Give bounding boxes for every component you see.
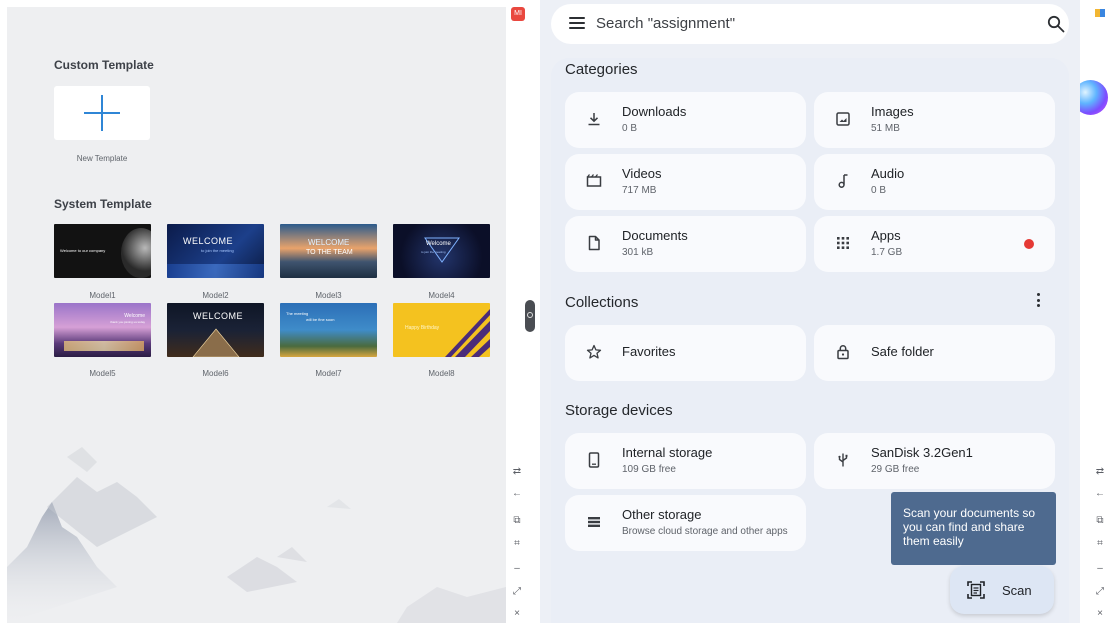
template-model2[interactable]: WELCOME to join the meeting bbox=[167, 224, 264, 278]
template-model6-label: Model6 bbox=[202, 369, 229, 378]
template-model5-label: Model5 bbox=[89, 369, 116, 378]
template-model6[interactable]: WELCOME bbox=[167, 303, 264, 357]
lock-icon bbox=[837, 345, 849, 360]
collection-safe-folder[interactable]: Safe folder bbox=[814, 325, 1055, 381]
expand-icon[interactable]: ⤢ bbox=[1094, 586, 1106, 598]
category-images[interactable]: Images 51 MB bbox=[814, 92, 1055, 148]
template-model4[interactable]: Welcome to join the meeting bbox=[393, 224, 490, 278]
collection-favorites[interactable]: Favorites bbox=[565, 325, 806, 381]
category-audio[interactable]: Audio 0 B bbox=[814, 154, 1055, 210]
category-apps[interactable]: Apps 1.7 GB bbox=[814, 216, 1055, 272]
categories-heading: Categories bbox=[565, 61, 638, 78]
apps-grid-icon bbox=[837, 237, 849, 249]
document-icon bbox=[588, 235, 600, 251]
template-model1[interactable]: Welcome to our company bbox=[54, 224, 151, 278]
minimize-icon[interactable]: – bbox=[511, 563, 523, 575]
expand-icon[interactable]: ⤢ bbox=[511, 586, 523, 598]
template-panel: Custom Template New Template System Temp… bbox=[7, 7, 506, 623]
notification-flag-icon bbox=[1095, 9, 1105, 17]
category-videos[interactable]: Videos 717 MB bbox=[565, 154, 806, 210]
usb-icon bbox=[838, 453, 848, 467]
back-arrow-icon[interactable]: ← bbox=[511, 488, 523, 500]
storage-sandisk[interactable]: SanDisk 3.2Gen1 29 GB free bbox=[814, 433, 1055, 489]
crop-icon[interactable]: ⌗ bbox=[511, 538, 523, 550]
search-input[interactable]: Search "assignment" bbox=[596, 15, 735, 32]
storage-other[interactable]: Other storage Browse cloud storage and o… bbox=[565, 495, 806, 551]
category-downloads[interactable]: Downloads 0 B bbox=[565, 92, 806, 148]
search-icon[interactable] bbox=[1047, 15, 1065, 33]
custom-template-heading: Custom Template bbox=[54, 58, 154, 72]
swap-icon[interactable]: ⇄ bbox=[1094, 466, 1106, 478]
files-app: Search "assignment" Categories Downloads… bbox=[540, 0, 1080, 623]
close-icon[interactable]: × bbox=[511, 608, 523, 620]
screenshot-icon[interactable]: ⧉ bbox=[1094, 515, 1106, 527]
scan-button[interactable]: Scan bbox=[950, 566, 1054, 614]
crop-icon[interactable]: ⌗ bbox=[1094, 538, 1106, 550]
template-model8[interactable]: Happy Birthday bbox=[393, 303, 490, 357]
document-scanner-icon bbox=[967, 581, 985, 599]
more-options-icon[interactable] bbox=[1035, 293, 1041, 309]
template-model3[interactable]: WELCOME TO THE TEAM bbox=[280, 224, 377, 278]
storage-list-icon bbox=[588, 517, 600, 527]
back-arrow-icon[interactable]: ← bbox=[1094, 488, 1106, 500]
close-icon[interactable]: × bbox=[1094, 608, 1106, 620]
swap-icon[interactable]: ⇄ bbox=[511, 466, 523, 478]
template-model7-label: Model7 bbox=[315, 369, 342, 378]
search-bar[interactable]: Search "assignment" bbox=[551, 4, 1069, 44]
download-icon bbox=[588, 113, 600, 126]
storage-heading: Storage devices bbox=[565, 402, 673, 419]
minimize-icon[interactable]: – bbox=[1094, 563, 1106, 575]
template-model5[interactable]: Welcome thank you joining us today bbox=[54, 303, 151, 357]
new-template-button[interactable] bbox=[54, 86, 150, 140]
system-template-heading: System Template bbox=[54, 197, 152, 211]
screenshot-icon[interactable]: ⧉ bbox=[511, 515, 523, 527]
image-icon bbox=[836, 112, 850, 126]
video-icon bbox=[586, 174, 602, 187]
template-model1-label: Model1 bbox=[89, 291, 116, 300]
storage-internal[interactable]: Internal storage 109 GB free bbox=[565, 433, 806, 489]
split-divider-handle[interactable] bbox=[525, 300, 535, 332]
template-model7[interactable]: The meeting will be fine soon bbox=[280, 303, 377, 357]
collections-heading: Collections bbox=[565, 294, 639, 311]
menu-icon[interactable] bbox=[569, 17, 585, 31]
star-icon bbox=[586, 344, 602, 359]
template-model8-label: Model8 bbox=[428, 369, 455, 378]
template-model4-label: Model4 bbox=[428, 291, 455, 300]
new-template-label: New Template bbox=[76, 154, 128, 163]
category-documents[interactable]: Documents 301 kB bbox=[565, 216, 806, 272]
template-model2-label: Model2 bbox=[202, 291, 229, 300]
template-model3-label: Model3 bbox=[315, 291, 342, 300]
music-note-icon bbox=[838, 174, 848, 188]
app-badge: MI bbox=[511, 7, 525, 21]
scan-tooltip: Scan your documents so you can find and … bbox=[891, 492, 1056, 565]
phone-icon bbox=[588, 452, 600, 468]
update-badge-dot bbox=[1024, 239, 1034, 249]
mountain-landscape-decoration bbox=[7, 447, 506, 623]
